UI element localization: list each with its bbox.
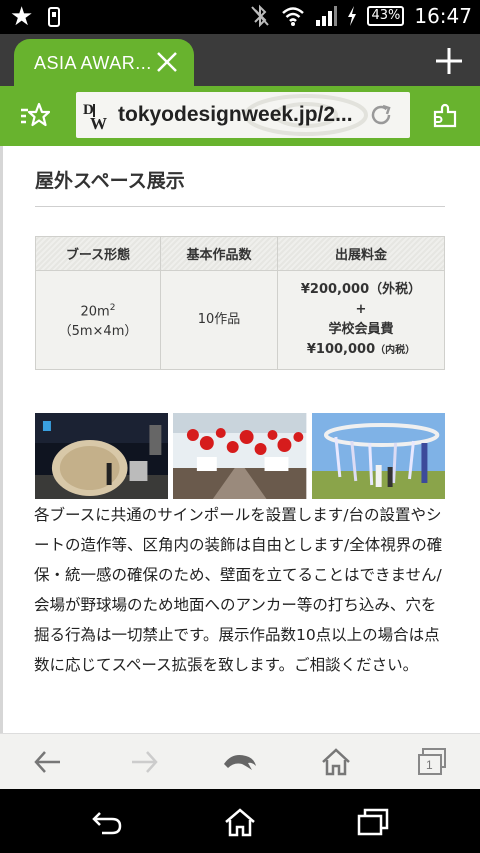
bluetooth-off-icon [251, 4, 270, 28]
address-bar[interactable]: DW tokyodesignweek.jp/2... [76, 92, 410, 138]
works-count: 10作品 [197, 312, 241, 327]
booth-size-cell: 20m2 （5m×4m） [35, 270, 161, 370]
browser-toolbar: DW tokyodesignweek.jp/2... [0, 86, 480, 146]
url-text: tokyodesignweek.jp/2... [118, 103, 353, 126]
svg-text:W: W [90, 114, 107, 131]
booth-size-sup: 2 [109, 302, 116, 313]
web-page: 屋外スペース展示 ブース形態 基本作品数 出展料金 20m2 （5m×4m） 1… [0, 146, 480, 733]
gallery-photo-red-lanterns[interactable] [173, 413, 307, 499]
booth-dims: （5m×4m） [58, 324, 138, 340]
tab-count: 1 [426, 758, 433, 772]
battery-indicator: 43% [367, 6, 405, 26]
star-notification-icon: ★ [10, 2, 34, 32]
table-header: ブース形態 [35, 236, 161, 271]
pricing-table: ブース形態 基本作品数 出展料金 20m2 （5m×4m） 10作品 ¥200,… [35, 236, 445, 370]
bookmark-star-icon[interactable] [20, 102, 50, 130]
gallery-photo-ring-installation[interactable] [311, 413, 445, 499]
fee-member-amount: ¥100,000 [306, 341, 376, 357]
fee-plus: + [355, 301, 367, 317]
system-home-icon[interactable] [223, 807, 257, 837]
browser-bottom-bar: 1 [0, 733, 480, 789]
extensions-puzzle-icon[interactable] [432, 102, 460, 130]
reload-icon[interactable] [368, 102, 394, 128]
tab-title: ASIA AWAR... [34, 53, 152, 73]
phone-notification-icon [48, 7, 61, 27]
fee-main: ¥200,000（外税） [300, 281, 422, 297]
table-header: 基本作品数 [160, 236, 278, 271]
tab-strip: ASIA AWAR... [0, 34, 480, 86]
signal-icon [316, 6, 338, 26]
fee-member-note: （内税） [375, 344, 416, 356]
table-header: 出展料金 [277, 236, 445, 271]
status-bar: ★ 43% 16:47 [0, 0, 480, 34]
clock: 16:47 [414, 4, 472, 28]
system-back-icon[interactable] [90, 807, 124, 837]
new-tab-plus-icon[interactable] [434, 46, 464, 76]
page-edge [0, 146, 3, 733]
fee-member-label: 学校会員費 [328, 321, 394, 337]
works-cell: 10作品 [160, 270, 278, 370]
dolphin-menu-icon[interactable] [222, 746, 258, 778]
section-title: 屋外スペース展示 [35, 170, 185, 192]
wifi-icon [282, 7, 305, 26]
title-divider [35, 206, 445, 207]
table-row: 20m2 （5m×4m） 10作品 ¥200,000（外税） + 学校会員費 ¥… [35, 270, 445, 370]
gallery-photo-night-dome[interactable] [35, 413, 169, 499]
table-header-row: ブース形態 基本作品数 出展料金 [35, 236, 445, 271]
forward-arrow-icon[interactable] [128, 746, 160, 778]
back-arrow-icon[interactable] [32, 746, 64, 778]
system-nav-bar [0, 789, 480, 853]
active-tab[interactable]: ASIA AWAR... [14, 39, 194, 86]
close-tab-icon[interactable] [156, 51, 178, 73]
description-text: 各ブースに共通のサインポールを設置します/台の設置やシートの造作等、区角内の装飾… [34, 506, 443, 674]
charging-icon [348, 6, 357, 26]
fee-cell: ¥200,000（外税） + 学校会員費 ¥100,000（内税） [277, 270, 445, 370]
booth-size: 20m [80, 304, 110, 320]
photo-gallery [35, 413, 445, 499]
home-icon[interactable] [320, 746, 352, 778]
tabs-overview-button[interactable]: 1 [416, 746, 448, 778]
system-recents-icon[interactable] [356, 807, 390, 837]
site-logo-icon: DW [82, 101, 112, 133]
